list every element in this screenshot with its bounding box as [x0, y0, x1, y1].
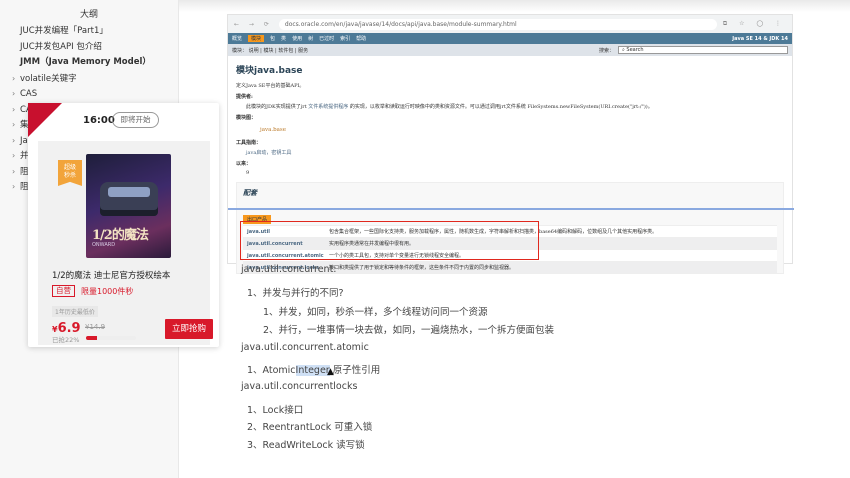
note-item: 1、并发，如同，秒杀一样，多个线程访问同一个资源: [263, 307, 488, 318]
javadoc-navbar: 概览 模块包类使用树已过时 索引 帮助 Java SE 14 & JDK 14: [228, 33, 792, 44]
nav-arrows-icon: ← → ⟳: [234, 20, 273, 28]
embedded-screenshot: ← → ⟳ docs.oracle.com/en/java/javase/14/…: [227, 14, 794, 274]
note-item: 3、ReadWriteLock 读写锁: [247, 440, 365, 451]
javadoc-nav-item[interactable]: 类: [281, 35, 286, 42]
ribbon-icon: [28, 103, 62, 137]
chevron-right-icon[interactable]: ›: [12, 86, 20, 102]
search-label: 搜索：: [598, 47, 614, 54]
note-item: 2、ReentrantLock 可重入锁: [247, 422, 373, 433]
selected-text: Integer: [295, 365, 330, 376]
self-operated-tag: 自营: [52, 285, 75, 297]
book-cover[interactable]: 1/2的魔法 ONWARD: [86, 154, 171, 258]
module-desc: 定义Java SE平台的基础API。: [236, 83, 305, 89]
coming-soon-pill: 即将开始: [112, 112, 159, 128]
javadoc-subnav: 模块： 说明 | 模块 | 软件包 | 服务 搜索： ⌕ Search: [228, 44, 792, 56]
sold-progress: [86, 336, 136, 340]
search-wrap: 搜索： ⌕ Search: [599, 46, 788, 54]
provider-label: 提供者:: [236, 94, 253, 100]
javadoc-nav-item[interactable]: 已过时: [319, 35, 334, 42]
provider-text: 此模块的JDK实现提供了jrt 文件系统提供程序 的实现，以枚举和读取运行时映像…: [246, 104, 653, 110]
url-field: docs.oracle.com/en/java/javase/14/docs/a…: [278, 18, 717, 30]
note-heading-concurrent: java.util.concurrent:: [241, 264, 337, 275]
highlight-box: [240, 221, 539, 260]
toolbar-icons: ⧉ ☆ ◯ ⋮: [722, 20, 786, 27]
since-value: 9: [246, 170, 250, 176]
javadoc-nav-item[interactable]: 索引: [340, 35, 350, 42]
javadoc-nav-item[interactable]: 模块: [248, 35, 265, 42]
product-name[interactable]: 1/2的魔法 迪士尼官方授权绘本: [52, 269, 170, 281]
module-heading: 模块java.base: [236, 66, 303, 76]
outline-title: 大纲: [79, 10, 98, 20]
graph-label: 模块图：: [236, 115, 257, 121]
tools-label: 工具指南：: [236, 140, 262, 146]
original-price: ¥14.9: [85, 323, 106, 331]
version-label: Java SE 14 & JDK 14: [732, 35, 788, 42]
subnav-links: 模块： 说明 | 模块 | 软件包 | 服务: [232, 47, 309, 54]
chevron-right-icon[interactable]: ›: [12, 164, 20, 180]
note-heading-locks: java.util.concurrentlocks: [241, 381, 358, 392]
sale-time: 16:00: [83, 115, 115, 126]
lowest-price-tag: 1年历史最低价: [52, 306, 98, 317]
note-main: ← → ⟳ docs.oracle.com/en/java/javase/14/…: [179, 0, 850, 478]
tools-value: java启动，密钥工具: [246, 150, 292, 156]
sold-percent: 已抢22%: [52, 336, 80, 344]
selection-bar: [228, 208, 794, 210]
limit-text: 限量1000件秒: [81, 287, 134, 296]
buy-now-button[interactable]: 立即抢购: [165, 319, 213, 339]
chevron-right-icon[interactable]: ›: [12, 102, 20, 118]
javadoc-nav-item[interactable]: 树: [308, 35, 313, 42]
address-bar: ← → ⟳ docs.oracle.com/en/java/javase/14/…: [228, 15, 792, 33]
outline-item[interactable]: › volatile关键字: [0, 71, 178, 87]
javadoc-nav-item[interactable]: 使用: [292, 35, 302, 42]
outline-item[interactable]: › CAS: [0, 86, 178, 102]
sold-progress-fill: [86, 336, 97, 340]
mouse-cursor-icon: ▲: [327, 367, 334, 377]
flash-sale-ad[interactable]: 16:00 即将开始 1/2的魔法 ONWARD 超级 秒杀 1/2的魔法 迪士尼…: [28, 103, 219, 347]
note-item: 2、并行，一堆事情一块去做，如同，一遍烧热水，一个拆方便面包装: [263, 325, 555, 336]
note-heading-atomic: java.util.concurrent.atomic: [241, 342, 369, 353]
chevron-right-icon[interactable]: ›: [12, 179, 20, 195]
chevron-right-icon[interactable]: ›: [12, 148, 20, 164]
cover-title: 1/2的魔法: [92, 228, 149, 243]
cover-subtitle: ONWARD: [92, 242, 116, 248]
top-shadow: [179, 0, 850, 12]
chevron-right-icon[interactable]: ›: [12, 117, 20, 133]
car-illustration: [100, 182, 158, 216]
since-label: 以来：: [236, 161, 252, 167]
chevron-right-icon[interactable]: ›: [12, 133, 20, 149]
javadoc-nav-item[interactable]: 包: [270, 35, 275, 42]
note-item: 1、并发与并行的不同?: [247, 288, 344, 299]
config-heading: 配套: [243, 188, 257, 197]
javadoc-nav-item[interactable]: 帮助: [356, 35, 366, 42]
package-desc: 接口和类提供了用于锁定和等待条件的框架，这些条件不同于内置的同步和监视器。: [329, 265, 515, 271]
outline-item[interactable]: JUC并发编程「Part1」: [0, 24, 178, 40]
chevron-right-icon[interactable]: ›: [12, 71, 20, 87]
note-item: 1、Lock接口: [247, 405, 304, 416]
graph-value: java.base: [260, 127, 286, 133]
search-input: ⌕ Search: [618, 46, 788, 54]
javadoc-nav-item[interactable]: 概览: [232, 35, 242, 42]
outline-item[interactable]: JMM（Java Memory Model）: [0, 55, 178, 71]
outline-item[interactable]: JUC并发包API 包介绍: [0, 40, 178, 56]
note-item-atomic: 1、AtomicInteger 原子性引用: [247, 365, 381, 376]
